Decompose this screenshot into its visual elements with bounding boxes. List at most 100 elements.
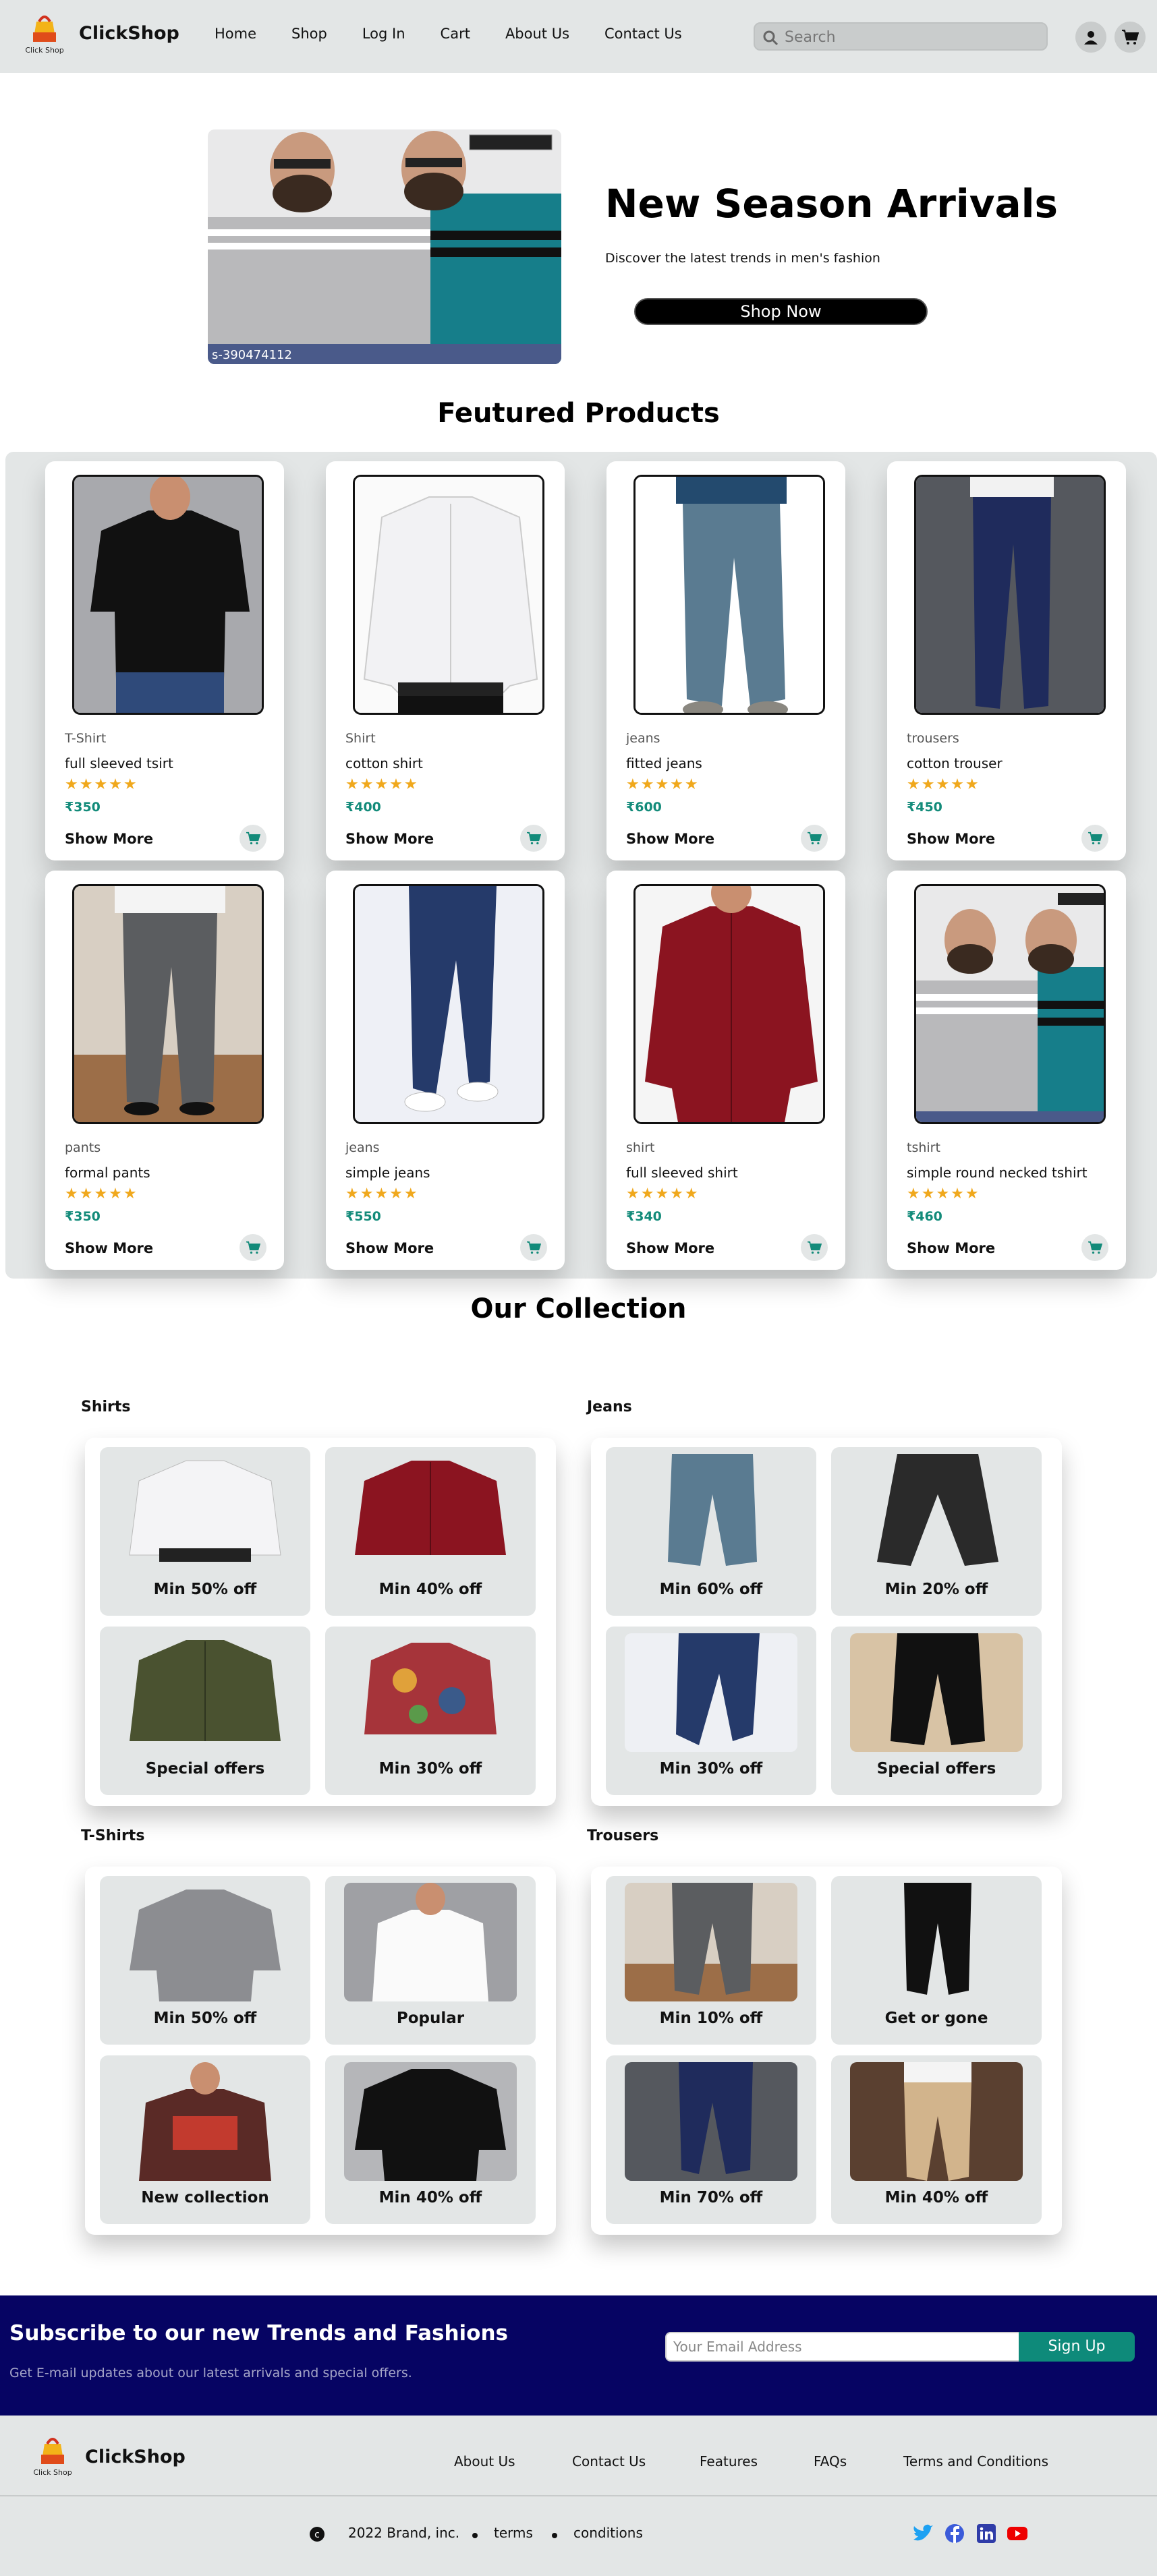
product-card[interactable]: trousers cotton trouser ★★★★★ ₹450 Show More xyxy=(887,461,1126,860)
user-icon xyxy=(1084,31,1098,45)
product-card[interactable]: T-Shirt full sleeved tsirt ★★★★★ ₹350 Show M… xyxy=(45,461,284,860)
product-image[interactable] xyxy=(633,475,825,715)
footer-brand[interactable]: ClickShop xyxy=(85,2447,186,2467)
product-price: ₹350 xyxy=(65,1209,101,1224)
collection-tile[interactable]: Min 50% off xyxy=(100,1876,310,2045)
add-to-cart-button[interactable] xyxy=(801,825,828,852)
show-more-link[interactable]: Show More xyxy=(626,1240,714,1256)
collection-tile-label: Popular xyxy=(396,2010,465,2027)
product-image[interactable] xyxy=(633,884,825,1124)
product-price: ₹460 xyxy=(907,1209,942,1224)
conditions-link[interactable]: conditions xyxy=(573,2525,643,2541)
collection-tile[interactable]: Min 10% off xyxy=(606,1876,816,2045)
footer-link-about[interactable]: About Us xyxy=(454,2453,515,2469)
collection-tile[interactable]: Popular xyxy=(325,1876,536,2045)
collection-group: Min 50% off Min 40% off Special offers Min … xyxy=(85,1438,556,1806)
terms-link[interactable]: terms xyxy=(494,2525,533,2541)
product-image[interactable] xyxy=(72,884,264,1124)
nav-link-login[interactable]: Log In xyxy=(362,26,405,42)
shop-now-button[interactable]: Shop Now xyxy=(634,298,928,325)
collection-tile-label: Min 30% off xyxy=(659,1760,763,1778)
cart-button[interactable] xyxy=(1114,22,1146,53)
product-image[interactable] xyxy=(72,475,264,715)
twitter-icon[interactable] xyxy=(912,2523,934,2544)
nav-link-about[interactable]: About Us xyxy=(505,26,569,42)
collection-tile[interactable]: Min 60% off xyxy=(606,1447,816,1616)
collection-tile-label: Min 50% off xyxy=(153,2010,257,2027)
facebook-icon[interactable] xyxy=(944,2523,965,2544)
product-name: simple round necked tshirt xyxy=(907,1165,1088,1181)
nav-links: Home Shop Log In Cart About Us Contact U… xyxy=(215,26,717,42)
nav-link-shop[interactable]: Shop xyxy=(291,26,327,42)
collection-tile-image xyxy=(344,1633,517,1752)
product-image[interactable] xyxy=(914,884,1106,1124)
footer-link-features[interactable]: Features xyxy=(700,2453,758,2469)
footer-link-contact[interactable]: Contact Us xyxy=(572,2453,646,2469)
collection-tile[interactable]: Min 30% off xyxy=(606,1627,816,1795)
add-to-cart-button[interactable] xyxy=(239,825,266,852)
search-input[interactable] xyxy=(785,26,1041,48)
product-image[interactable] xyxy=(353,475,544,715)
collection-tile-label: Special offers xyxy=(876,1760,996,1778)
show-more-link[interactable]: Show More xyxy=(345,831,434,847)
add-to-cart-button[interactable] xyxy=(1081,825,1108,852)
product-name: fitted jeans xyxy=(626,755,702,771)
show-more-link[interactable]: Show More xyxy=(907,831,995,847)
show-more-link[interactable]: Show More xyxy=(65,1240,153,1256)
product-card[interactable]: pants formal pants ★★★★★ ₹350 Show More xyxy=(45,871,284,1270)
product-category: jeans xyxy=(345,1140,380,1155)
product-price: ₹550 xyxy=(345,1209,381,1224)
show-more-link[interactable]: Show More xyxy=(345,1240,434,1256)
sign-up-button[interactable]: Sign Up xyxy=(1019,2332,1135,2362)
product-name: cotton shirt xyxy=(345,755,423,771)
add-to-cart-button[interactable] xyxy=(801,1234,828,1261)
collection-tile[interactable]: Get or gone xyxy=(831,1876,1042,2045)
nav-link-cart[interactable]: Cart xyxy=(441,26,470,42)
clickshop-logo[interactable]: Click Shop xyxy=(19,12,70,57)
collection-tile[interactable]: Min 40% off xyxy=(325,2055,536,2224)
collection-tile[interactable]: Special offers xyxy=(831,1627,1042,1795)
linkedin-icon[interactable] xyxy=(976,2523,997,2544)
collection-tile[interactable]: Min 70% off xyxy=(606,2055,816,2224)
featured-title: Feutured Products xyxy=(437,398,720,429)
collection-tile-label: Min 10% off xyxy=(659,2010,763,2027)
youtube-icon[interactable] xyxy=(1007,2523,1028,2544)
collection-tile[interactable]: New collection xyxy=(100,2055,310,2224)
product-card[interactable]: shirt full sleeved shirt ★★★★★ ₹340 Show Mor… xyxy=(606,871,845,1270)
product-price: ₹350 xyxy=(65,800,101,815)
collection-tile[interactable]: Min 30% off xyxy=(325,1627,536,1795)
add-to-cart-button[interactable] xyxy=(1081,1234,1108,1261)
cart-icon xyxy=(1088,831,1102,845)
footer-link-terms[interactable]: Terms and Conditions xyxy=(903,2453,1048,2469)
hero-subtitle: Discover the latest trends in men's fash… xyxy=(605,251,880,266)
collection-tile[interactable]: Special offers xyxy=(100,1627,310,1795)
product-image[interactable] xyxy=(914,475,1106,715)
add-to-cart-button[interactable] xyxy=(520,825,547,852)
product-card[interactable]: jeans simple jeans ★★★★★ ₹550 Show More xyxy=(326,871,565,1270)
product-category: Shirt xyxy=(345,731,376,746)
collection-tile[interactable]: Min 20% off xyxy=(831,1447,1042,1616)
brand-name[interactable]: ClickShop xyxy=(79,23,179,44)
nav-link-contact[interactable]: Contact Us xyxy=(604,26,682,42)
show-more-link[interactable]: Show More xyxy=(907,1240,995,1256)
product-card[interactable]: jeans fitted jeans ★★★★★ ₹600 Show More xyxy=(606,461,845,860)
user-button[interactable] xyxy=(1075,22,1106,53)
collection-tile[interactable]: Min 40% off xyxy=(325,1447,536,1616)
footer-logo[interactable]: Click Shop xyxy=(27,2434,78,2479)
product-card[interactable]: tshirt simple round necked tshirt ★★★★★ ₹46… xyxy=(887,871,1126,1270)
collection-tile[interactable]: Min 50% off xyxy=(100,1447,310,1616)
nav-link-home[interactable]: Home xyxy=(215,26,256,42)
collection-tile-label: Min 70% off xyxy=(659,2189,763,2206)
add-to-cart-button[interactable] xyxy=(239,1234,266,1261)
email-input[interactable] xyxy=(665,2332,1020,2362)
show-more-link[interactable]: Show More xyxy=(626,831,714,847)
show-more-link[interactable]: Show More xyxy=(65,831,153,847)
collection-tile-image xyxy=(850,1454,1023,1573)
collection-tile[interactable]: Min 40% off xyxy=(831,2055,1042,2224)
star-rating: ★★★★★ xyxy=(907,776,980,793)
product-image[interactable] xyxy=(353,884,544,1124)
product-card[interactable]: Shirt cotton shirt ★★★★★ ₹400 Show More xyxy=(326,461,565,860)
collection-tile-image xyxy=(850,1633,1023,1752)
add-to-cart-button[interactable] xyxy=(520,1234,547,1261)
footer-link-faqs[interactable]: FAQs xyxy=(814,2453,847,2469)
